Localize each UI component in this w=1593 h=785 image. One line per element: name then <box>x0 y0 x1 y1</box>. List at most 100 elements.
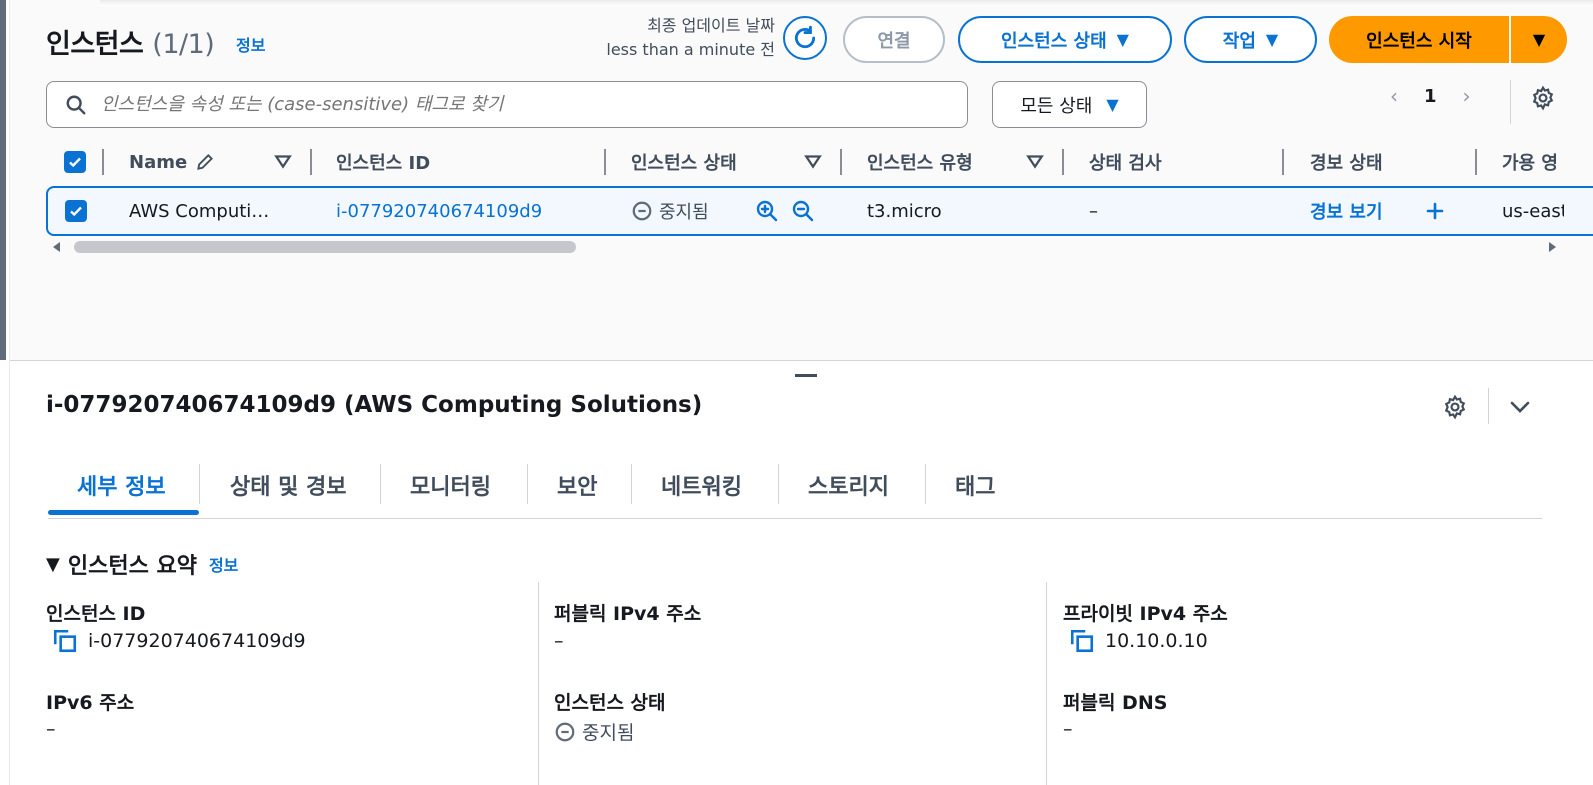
collapse-details-button[interactable] <box>1508 396 1532 422</box>
column-separator[interactable] <box>1282 149 1284 175</box>
launch-instances-button-label: 인스턴스 시작 <box>1366 30 1472 52</box>
tab-status-alarms[interactable]: 상태 및 경보 <box>230 462 347 508</box>
pencil-icon <box>197 154 214 170</box>
instance-id-link[interactable]: i-077920740674109d9 <box>336 188 542 234</box>
info-link[interactable]: 정보 <box>236 32 265 56</box>
pagination: ‹ 1 › <box>1390 84 1471 108</box>
state-filter-select[interactable]: 모든 상태 ▼ <box>992 81 1147 128</box>
column-header-instance-id[interactable]: 인스턴스 ID <box>336 146 430 178</box>
instance-summary-header[interactable]: ▼ 인스턴스 요약 정보 <box>46 548 238 580</box>
row-checkbox[interactable] <box>65 188 87 234</box>
last-updated-value: less than a minute 전 <box>606 40 775 59</box>
scroll-right-icon[interactable] <box>1547 242 1557 252</box>
table-header: Name 인스턴스 ID 인스턴스 상태 인스턴스 유형 상태 검사 경보 상태… <box>46 146 1593 178</box>
field-label-ipv6: IPv6 주소 <box>46 692 135 714</box>
details-preferences-button[interactable] <box>1442 394 1468 424</box>
tab-separator <box>380 464 381 504</box>
table-row[interactable]: AWS Computi… i-077920740674109d9 중지됨 t3.… <box>46 186 1593 236</box>
connect-button-label: 연결 <box>877 30 911 52</box>
stopped-icon <box>632 201 652 221</box>
tab-tags[interactable]: 태그 <box>955 462 995 508</box>
tab-details[interactable]: 세부 정보 <box>77 462 166 508</box>
search-field[interactable] <box>46 81 968 128</box>
details-header-divider <box>1488 388 1489 424</box>
column-separator[interactable] <box>604 149 606 175</box>
caret-down-icon: ▼ <box>1532 30 1546 49</box>
last-updated: 최종 업데이트 날짜 less than a minute 전 <box>606 14 775 62</box>
column-separator[interactable] <box>102 149 104 175</box>
detail-tabs: 세부 정보 상태 및 경보 모니터링 보안 네트워킹 스토리지 태그 <box>48 462 1542 519</box>
launch-options-button[interactable]: ▼ <box>1511 16 1567 63</box>
checkbox[interactable] <box>65 200 87 222</box>
view-alarms-link[interactable]: 경보 보기 <box>1310 188 1383 234</box>
field-value-public-dns: – <box>1063 718 1073 740</box>
launch-instances-button[interactable]: 인스턴스 시작 <box>1329 16 1509 63</box>
tab-networking[interactable]: 네트워킹 <box>661 462 742 508</box>
state-filter-value: 모든 상태 <box>1020 95 1093 117</box>
checkbox[interactable] <box>64 151 86 173</box>
column-separator[interactable] <box>310 149 312 175</box>
sort-icon[interactable] <box>1026 152 1044 170</box>
tab-storage[interactable]: 스토리지 <box>808 462 889 508</box>
chevron-left-icon[interactable]: ‹ <box>1390 84 1398 108</box>
tab-separator <box>778 464 779 504</box>
summary-info-link[interactable]: 정보 <box>209 552 238 576</box>
pager-divider <box>1510 80 1511 124</box>
gear-icon <box>1532 85 1554 111</box>
zoom-in-button[interactable] <box>755 188 779 234</box>
actions-button-label: 작업 <box>1222 30 1256 52</box>
page-number[interactable]: 1 <box>1424 86 1437 107</box>
tab-monitoring[interactable]: 모니터링 <box>410 462 491 508</box>
column-label: Name <box>129 151 188 173</box>
column-header-status-check[interactable]: 상태 검사 <box>1089 146 1162 178</box>
copy-icon[interactable] <box>1069 628 1095 654</box>
column-label: 인스턴스 유형 <box>867 153 973 174</box>
chevron-right-icon[interactable]: › <box>1463 84 1471 108</box>
actions-button[interactable]: 작업 ▼ <box>1184 16 1317 63</box>
select-all-checkbox[interactable] <box>64 146 86 178</box>
caret-down-icon: ▼ <box>1116 30 1129 49</box>
column-label: 상태 검사 <box>1089 153 1162 174</box>
private-ipv4-value: 10.10.0.10 <box>1105 630 1208 652</box>
field-label-public-ipv4: 퍼블릭 IPv4 주소 <box>554 603 702 625</box>
tab-security[interactable]: 보안 <box>557 462 597 508</box>
connect-button[interactable]: 연결 <box>843 16 945 63</box>
stopped-icon <box>555 722 575 741</box>
zoom-out-button[interactable] <box>791 188 815 234</box>
caret-down-icon: ▼ <box>46 553 60 575</box>
instance-state-button[interactable]: 인스턴스 상태 ▼ <box>958 16 1172 63</box>
horizontal-scrollbar[interactable] <box>52 240 1562 254</box>
refresh-button[interactable] <box>783 16 827 60</box>
search-input[interactable] <box>99 93 923 116</box>
column-header-instance-state[interactable]: 인스턴스 상태 <box>631 146 737 178</box>
preferences-button[interactable] <box>1530 85 1556 115</box>
field-label-private-ipv4: 프라이빗 IPv4 주소 <box>1063 603 1228 625</box>
scrollbar-thumb[interactable] <box>74 241 576 253</box>
column-separator[interactable] <box>1062 149 1064 175</box>
instance-state: 중지됨 <box>631 188 709 234</box>
instance-state-value: 중지됨 <box>582 722 635 744</box>
resize-handle[interactable] <box>795 374 817 377</box>
column-separator[interactable] <box>840 149 842 175</box>
column-header-alarm-status[interactable]: 경보 상태 <box>1310 146 1383 178</box>
column-divider <box>538 582 539 785</box>
sort-icon[interactable] <box>274 152 292 170</box>
field-value-private-ipv4: 10.10.0.10 <box>1069 628 1208 654</box>
gear-icon <box>1444 394 1466 420</box>
column-header-availability-zone[interactable]: 가용 영 <box>1502 146 1558 178</box>
instance-state-text: 중지됨 <box>659 202 709 223</box>
column-separator[interactable] <box>1475 149 1477 175</box>
copy-icon[interactable] <box>52 628 78 654</box>
field-value-instance-state: 중지됨 <box>554 718 634 745</box>
availability-zone: us-east <box>1502 200 1564 222</box>
check-icon <box>70 206 82 217</box>
scroll-left-icon[interactable] <box>52 242 62 252</box>
column-header-instance-type[interactable]: 인스턴스 유형 <box>867 146 973 178</box>
tab-separator <box>527 464 528 504</box>
column-header-name[interactable]: Name <box>129 146 215 178</box>
add-alarm-button[interactable] <box>1425 188 1445 234</box>
vertical-scrollbar[interactable] <box>0 0 6 360</box>
column-label: 가용 영 <box>1502 153 1558 174</box>
field-label-public-dns: 퍼블릭 DNS <box>1063 692 1168 714</box>
sort-icon[interactable] <box>804 152 822 170</box>
